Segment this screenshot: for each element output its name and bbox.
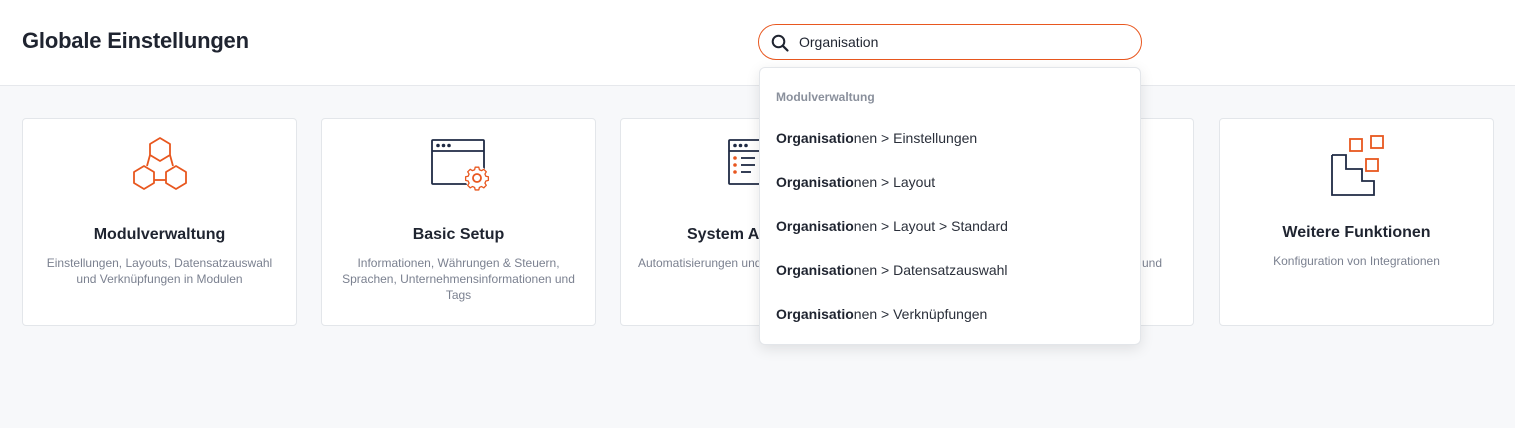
- suggestion-item[interactable]: Organisationen > Layout: [760, 162, 1140, 202]
- suggestion-match: Organisatio: [776, 306, 854, 322]
- search-input[interactable]: [799, 26, 1129, 58]
- card-modulverwaltung[interactable]: Modulverwaltung Einstellungen, Layouts, …: [22, 118, 297, 326]
- card-title: Weitere Funktionen: [1282, 224, 1431, 241]
- suggestion-rest: nen > Layout > Standard: [853, 218, 1008, 234]
- suggestion-rest: nen > Datensatzauswahl: [853, 262, 1008, 278]
- suggestion-item[interactable]: Organisationen > Layout > Standard: [760, 206, 1140, 246]
- window-gear-icon: [430, 139, 489, 191]
- search-box[interactable]: [758, 24, 1142, 60]
- stairs-blocks-icon: [1330, 135, 1384, 196]
- suggestion-group-label: Modulverwaltung: [776, 90, 875, 104]
- suggestion-item[interactable]: Organisationen > Einstellungen: [760, 118, 1140, 158]
- card-description: Informationen, Währungen & Steuern, Spra…: [342, 256, 575, 302]
- page-title: Globale Einstellungen: [22, 28, 249, 53]
- search-suggestions-dropdown: Modulverwaltung Organisationen > Einstel…: [759, 67, 1141, 345]
- header-bar: Globale Einstellungen: [0, 0, 1515, 86]
- card-description: und: [1142, 256, 1163, 270]
- suggestion-match: Organisatio: [776, 218, 854, 234]
- suggestion-match: Organisatio: [776, 262, 854, 278]
- suggestion-match: Organisatio: [776, 130, 854, 146]
- search-icon: [771, 34, 789, 52]
- card-title: Modulverwaltung: [93, 226, 226, 243]
- suggestion-item[interactable]: Organisationen > Datensatzauswahl: [760, 250, 1140, 290]
- suggestion-item[interactable]: Organisationen > Verknüpfungen: [760, 294, 1140, 334]
- checklist-window-icon: [727, 139, 763, 185]
- card-basic-setup[interactable]: Basic Setup Informationen, Währungen & S…: [321, 118, 596, 326]
- suggestion-rest: nen > Einstellungen: [853, 130, 978, 146]
- hexagon-modules-icon: [132, 137, 187, 190]
- card-title: Basic Setup: [412, 226, 505, 243]
- card-description: Konfiguration von Integrationen: [1273, 254, 1440, 268]
- suggestion-rest: nen > Layout: [853, 174, 936, 190]
- suggestion-match: Organisatio: [776, 174, 854, 190]
- card-weitere-funktionen[interactable]: Weitere Funktionen Konfiguration von Int…: [1219, 118, 1494, 326]
- suggestion-rest: nen > Verknüpfungen: [853, 306, 988, 322]
- card-description: Einstellungen, Layouts, Datensatzauswahl…: [46, 256, 273, 286]
